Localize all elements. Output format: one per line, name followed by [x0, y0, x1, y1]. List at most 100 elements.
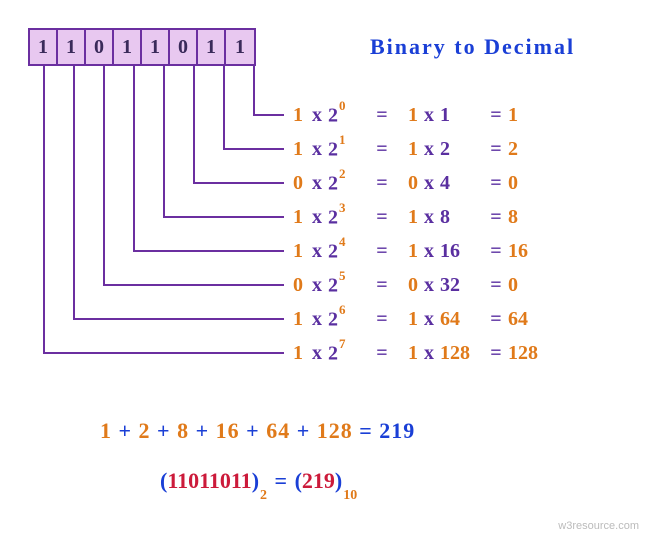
bit-cell: 0 — [86, 30, 114, 64]
calc-row: 0 x 25 = 0 x 32 = 0 — [290, 268, 552, 302]
row-bit2: 0 — [394, 172, 418, 195]
sum-term: 1 — [100, 418, 112, 443]
base-subscript: 10 — [343, 488, 357, 503]
times-op: x — [306, 342, 328, 365]
row-bit: 1 — [290, 138, 306, 161]
row-power: 23 — [328, 204, 370, 230]
row-result: 1 — [508, 104, 552, 127]
equals-op: = — [484, 342, 508, 365]
bit-cell: 1 — [30, 30, 58, 64]
sum-expression: 1 + 2 + 8 + 16 + 64 + 128 = 219 — [100, 418, 415, 444]
row-result: 2 — [508, 138, 552, 161]
sum-total: 219 — [379, 418, 415, 443]
watermark: w3resource.com — [558, 520, 639, 532]
bit-cell: 0 — [170, 30, 198, 64]
plus-op: + — [246, 418, 260, 443]
sum-term: 64 — [266, 418, 290, 443]
row-power: 27 — [328, 340, 370, 366]
calculation-rows: 1 x 20 = 1 x 1 = 1 1 x 21 = 1 x 2 = 2 0 … — [290, 98, 552, 370]
times-op: x — [306, 172, 328, 195]
final-equation: (11011011)2 = (219)10 — [160, 468, 357, 498]
equals-op: = — [484, 240, 508, 263]
equals-op: = — [359, 418, 373, 443]
row-bit2: 1 — [394, 206, 418, 229]
times-op: x — [418, 240, 440, 263]
row-bit: 1 — [290, 240, 306, 263]
paren: ) — [335, 468, 342, 493]
diagram-title: Binary to Decimal — [370, 34, 575, 60]
calc-row: 1 x 24 = 1 x 16 = 16 — [290, 234, 552, 268]
binary-literal: 11011011 — [167, 468, 251, 493]
bit-cell: 1 — [198, 30, 226, 64]
bit-cell: 1 — [114, 30, 142, 64]
row-bit: 1 — [290, 206, 306, 229]
sum-term: 2 — [139, 418, 151, 443]
row-power: 25 — [328, 272, 370, 298]
row-value: 16 — [440, 240, 484, 263]
times-op: x — [306, 138, 328, 161]
bit-cell: 1 — [142, 30, 170, 64]
equals-op: = — [484, 206, 508, 229]
plus-op: + — [297, 418, 311, 443]
row-result: 64 — [508, 308, 552, 331]
row-bit2: 1 — [394, 104, 418, 127]
row-result: 128 — [508, 342, 552, 365]
base-subscript: 2 — [260, 488, 267, 503]
times-op: x — [418, 138, 440, 161]
sum-term: 8 — [177, 418, 189, 443]
times-op: x — [418, 342, 440, 365]
row-result: 8 — [508, 206, 552, 229]
sum-term: 16 — [216, 418, 240, 443]
equals-op: = — [370, 104, 394, 127]
equals-op: = — [484, 274, 508, 297]
times-op: x — [418, 172, 440, 195]
equals-op: = — [370, 206, 394, 229]
row-bit: 0 — [290, 172, 306, 195]
times-op: x — [306, 206, 328, 229]
paren: ) — [252, 468, 259, 493]
bit-cell: 1 — [58, 30, 86, 64]
times-op: x — [306, 308, 328, 331]
row-result: 0 — [508, 274, 552, 297]
row-power: 26 — [328, 306, 370, 332]
row-bit2: 1 — [394, 308, 418, 331]
plus-op: + — [196, 418, 210, 443]
row-power: 21 — [328, 136, 370, 162]
equals-op: = — [370, 274, 394, 297]
times-op: x — [306, 240, 328, 263]
binary-bits-row: 1 1 0 1 1 0 1 1 — [28, 28, 256, 66]
equals-op: = — [370, 138, 394, 161]
times-op: x — [306, 104, 328, 127]
row-value: 1 — [440, 104, 484, 127]
equals-op: = — [370, 308, 394, 331]
calc-row: 1 x 26 = 1 x 64 = 64 — [290, 302, 552, 336]
equals-op: = — [370, 172, 394, 195]
equals-op: = — [370, 342, 394, 365]
equals-op: = — [370, 240, 394, 263]
row-bit2: 1 — [394, 342, 418, 365]
row-bit: 1 — [290, 308, 306, 331]
times-op: x — [418, 104, 440, 127]
times-op: x — [418, 274, 440, 297]
calc-row: 1 x 23 = 1 x 8 = 8 — [290, 200, 552, 234]
row-value: 2 — [440, 138, 484, 161]
times-op: x — [418, 308, 440, 331]
row-power: 24 — [328, 238, 370, 264]
row-bit: 1 — [290, 342, 306, 365]
row-bit2: 1 — [394, 138, 418, 161]
calc-row: 1 x 21 = 1 x 2 = 2 — [290, 132, 552, 166]
plus-op: + — [157, 418, 171, 443]
row-value: 32 — [440, 274, 484, 297]
calc-row: 0 x 22 = 0 x 4 = 0 — [290, 166, 552, 200]
decimal-literal: 219 — [302, 468, 335, 493]
row-power: 20 — [328, 102, 370, 128]
equals-op: = — [484, 138, 508, 161]
row-bit2: 1 — [394, 240, 418, 263]
row-value: 64 — [440, 308, 484, 331]
plus-op: + — [119, 418, 133, 443]
times-op: x — [306, 274, 328, 297]
calc-row: 1 x 20 = 1 x 1 = 1 — [290, 98, 552, 132]
row-power: 22 — [328, 170, 370, 196]
row-bit: 0 — [290, 274, 306, 297]
row-result: 0 — [508, 172, 552, 195]
